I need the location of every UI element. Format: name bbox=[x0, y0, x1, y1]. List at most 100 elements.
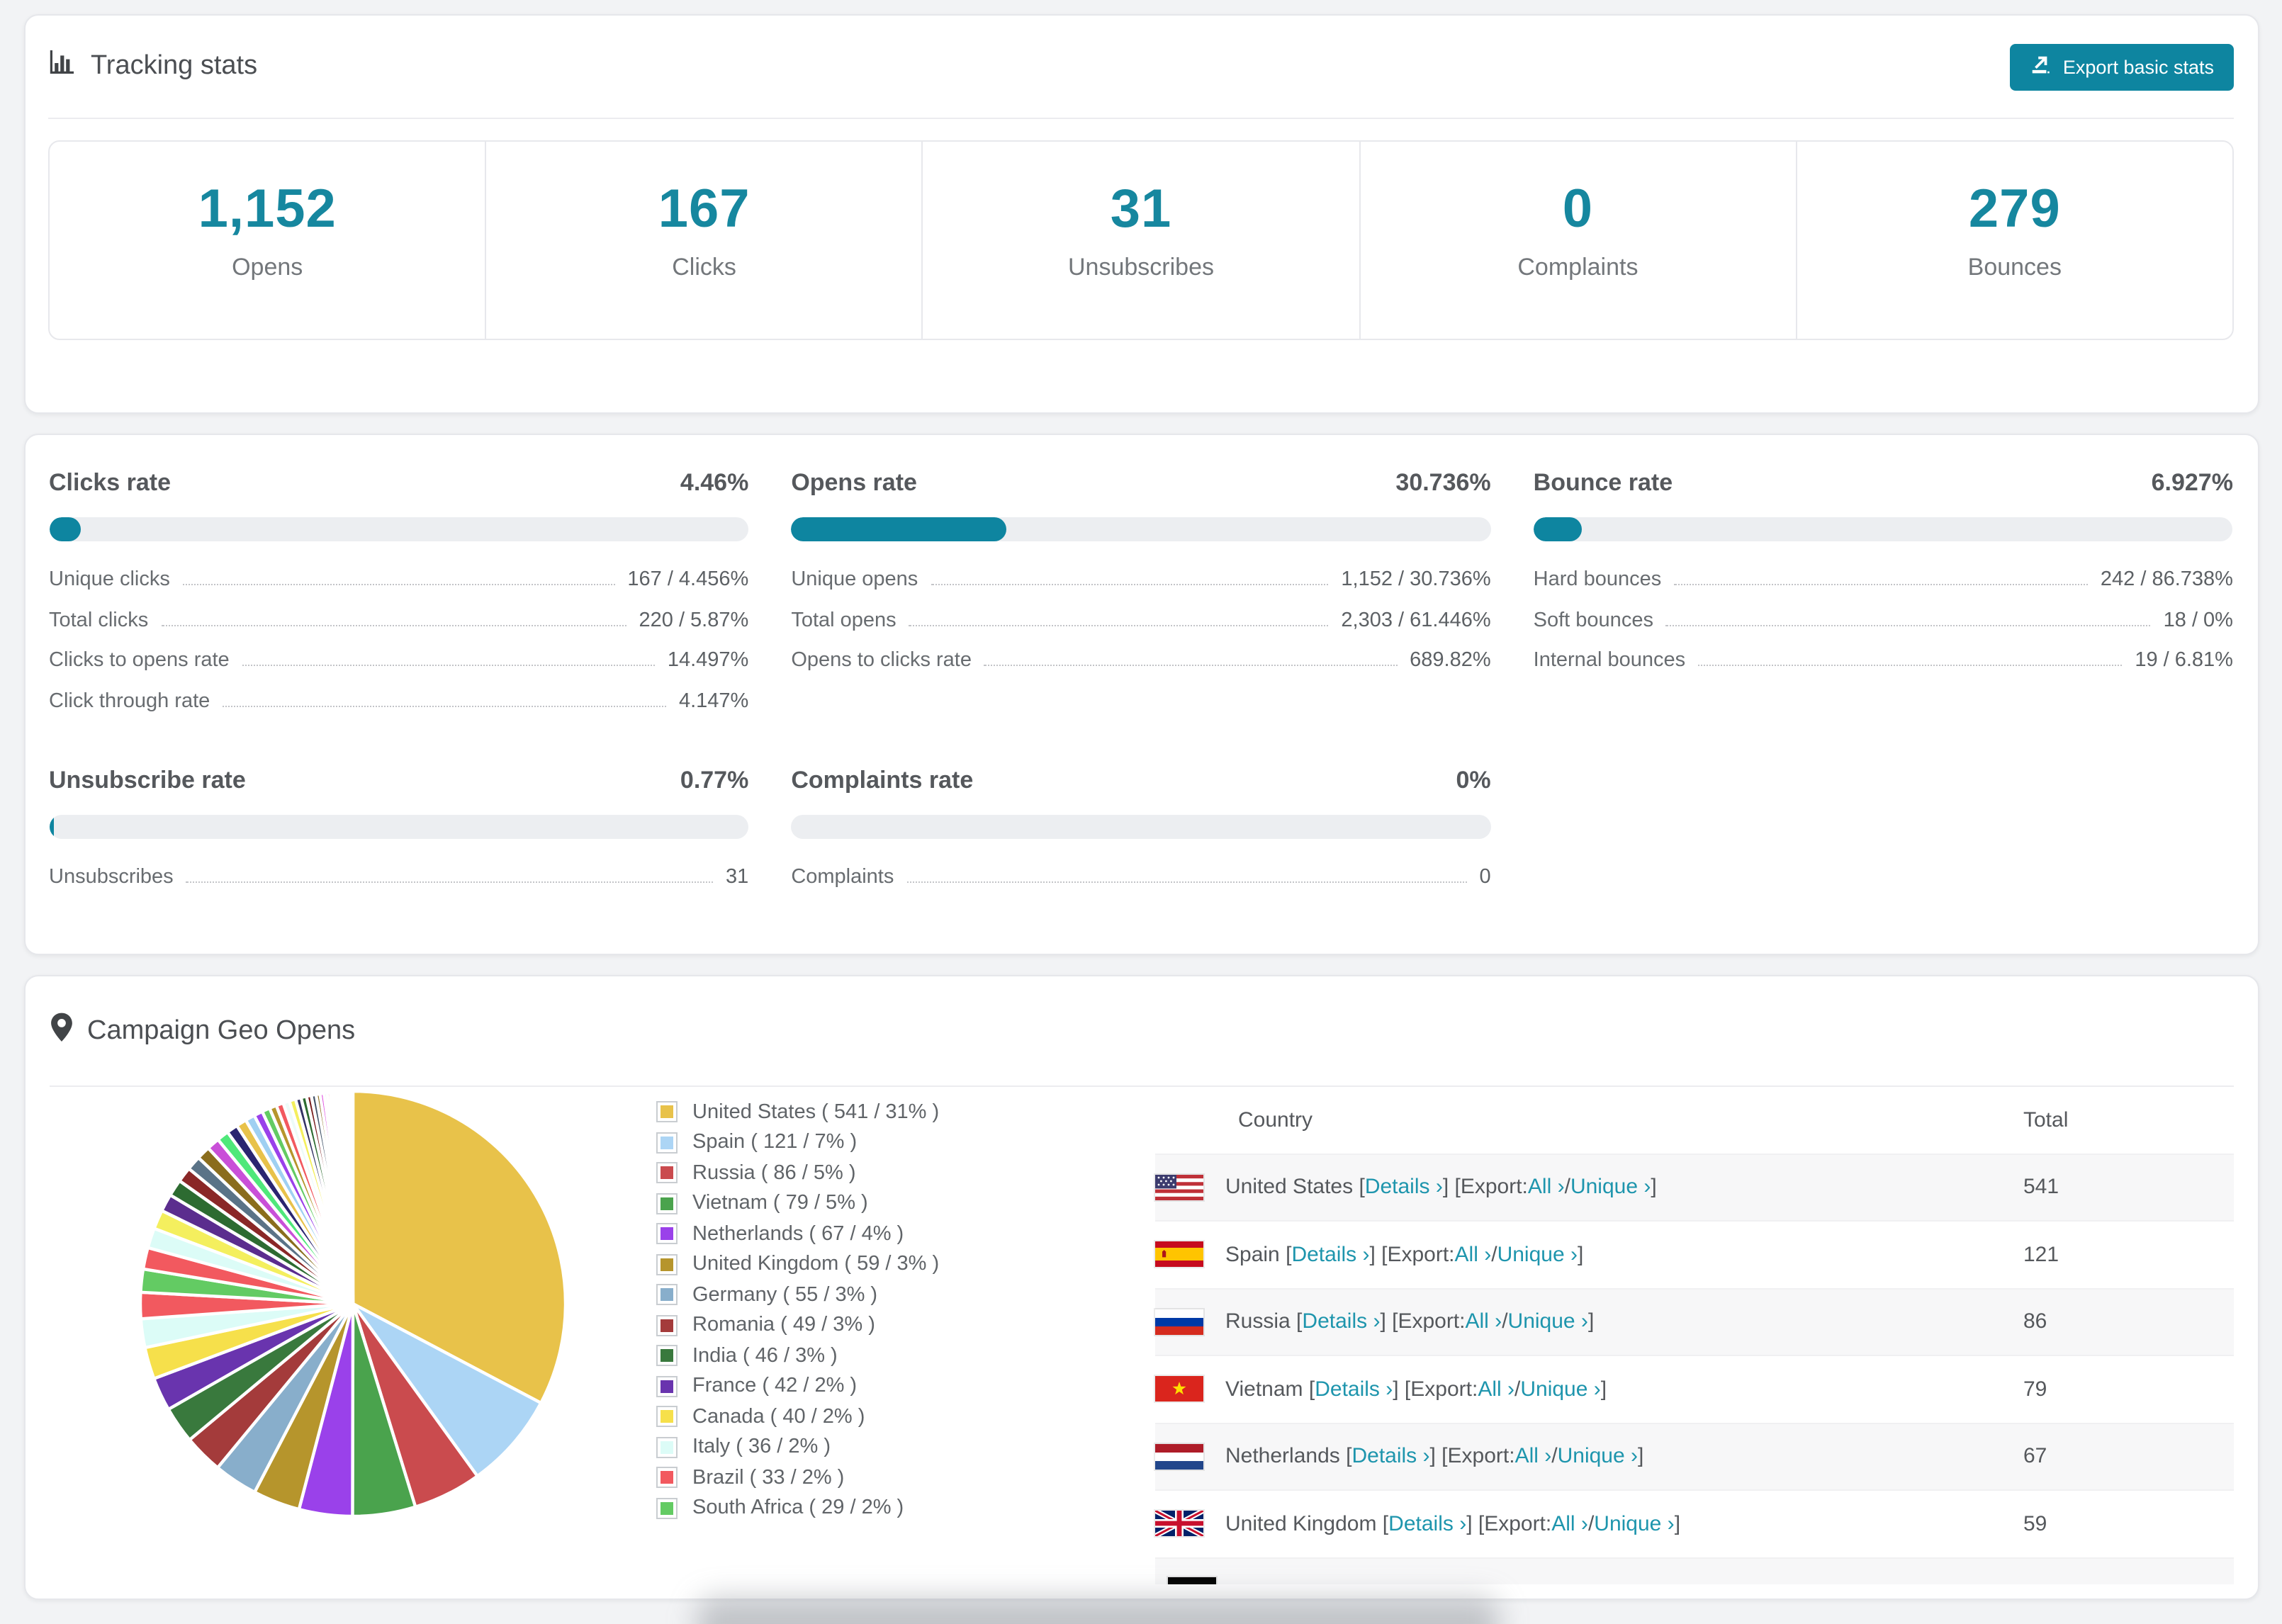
geo-header: Campaign Geo Opens bbox=[49, 976, 2233, 1086]
flag-icon-netherlands bbox=[1154, 1443, 1203, 1470]
legend-item-brazil[interactable]: Brazil ( 33 / 2% ) bbox=[656, 1462, 1154, 1493]
legend-label: Germany ( 55 / 3% ) bbox=[692, 1283, 878, 1307]
metric-row-internal-bounces: Internal bounces 19 / 6.81% bbox=[1534, 649, 2233, 689]
geo-table-row-united-states: United States [Details ›] [Export: All ›… bbox=[1154, 1153, 2233, 1221]
stat-bounces: 279 Bounces bbox=[1795, 142, 2232, 339]
export-unique-link-united-kingdom[interactable]: Unique › bbox=[1594, 1512, 1674, 1536]
geo-table-row-spain: Spain [Details ›] [Export: All › / Uniqu… bbox=[1154, 1220, 2233, 1288]
export-all-link-united-states[interactable]: All › bbox=[1528, 1175, 1565, 1200]
legend-label: United Kingdom ( 59 / 3% ) bbox=[692, 1253, 940, 1276]
export-all-link-spain[interactable]: All › bbox=[1455, 1243, 1492, 1267]
tracking-stats-title-text: Tracking stats bbox=[91, 51, 258, 81]
export-unique-link-netherlands[interactable]: Unique › bbox=[1558, 1445, 1638, 1469]
stat-label: Opens bbox=[232, 253, 303, 280]
dotted-leader bbox=[242, 665, 655, 666]
country-name: United States bbox=[1225, 1175, 1354, 1200]
details-link-vietnam[interactable]: Details › bbox=[1315, 1377, 1393, 1402]
bounce-rate-progressbar bbox=[1533, 517, 2233, 541]
export-unique-link-russia[interactable]: Unique › bbox=[1508, 1310, 1588, 1334]
legend-label: Canada ( 40 / 2% ) bbox=[692, 1405, 865, 1428]
legend-swatch bbox=[656, 1314, 677, 1336]
export-icon bbox=[2030, 54, 2052, 79]
legend-item-france[interactable]: France ( 42 / 2% ) bbox=[656, 1371, 1154, 1402]
legend-label: Spain ( 121 / 7% ) bbox=[692, 1131, 858, 1154]
clicks-rate-progressbar bbox=[49, 517, 749, 541]
dotted-leader bbox=[931, 584, 1329, 585]
tracking-stats-header: Tracking stats Export basic stats bbox=[48, 16, 2234, 118]
legend-item-russia[interactable]: Russia ( 86 / 5% ) bbox=[656, 1158, 1154, 1188]
details-link-netherlands[interactable]: Details › bbox=[1351, 1445, 1429, 1469]
legend-swatch bbox=[656, 1406, 677, 1428]
flag-icon-united-kingdom bbox=[1154, 1511, 1203, 1537]
geo-table-row-germany-partial bbox=[1154, 1557, 2233, 1584]
export-all-link-united-kingdom[interactable]: All › bbox=[1551, 1512, 1588, 1536]
geo-title-text: Campaign Geo Opens bbox=[87, 1015, 356, 1045]
stat-value: 0 bbox=[1562, 179, 1594, 239]
export-all-link-netherlands[interactable]: All › bbox=[1515, 1445, 1552, 1469]
metric-value: 689.82% bbox=[1410, 649, 1491, 672]
metric-value: 31 bbox=[726, 866, 749, 889]
stat-label: Bounces bbox=[1967, 253, 2062, 280]
metric-value: 19 / 6.81% bbox=[2135, 649, 2233, 672]
legend-item-vietnam[interactable]: Vietnam ( 79 / 5% ) bbox=[656, 1188, 1154, 1219]
stat-label: Unsubscribes bbox=[1068, 253, 1214, 280]
legend-swatch bbox=[656, 1223, 677, 1245]
details-link-russia[interactable]: Details › bbox=[1302, 1310, 1380, 1334]
metric-label: Soft bounces bbox=[1533, 609, 1653, 631]
metric-row-unsubscribes: Unsubscribes 31 bbox=[49, 866, 748, 906]
metric-label: Internal bounces bbox=[1533, 649, 1686, 672]
legend-item-spain[interactable]: Spain ( 121 / 7% ) bbox=[656, 1127, 1154, 1158]
rate-value: 4.46% bbox=[680, 469, 749, 496]
dotted-leader bbox=[161, 624, 626, 626]
geo-pie-chart bbox=[49, 1087, 656, 1521]
legend-swatch bbox=[656, 1162, 677, 1184]
country-total: 67 bbox=[2023, 1422, 2233, 1490]
country-total: 59 bbox=[2023, 1489, 2233, 1557]
metric-value: 2,303 / 61.446% bbox=[1341, 609, 1491, 631]
dotted-leader bbox=[186, 881, 714, 883]
legend-swatch bbox=[656, 1192, 677, 1214]
metric-label: Complaints bbox=[791, 866, 894, 889]
legend-item-india[interactable]: India ( 46 / 3% ) bbox=[656, 1341, 1154, 1371]
metric-row-opens-to-clicks-rate: Opens to clicks rate 689.82% bbox=[791, 649, 1490, 689]
legend-item-south-africa[interactable]: South Africa ( 29 / 2% ) bbox=[656, 1493, 1154, 1523]
legend-item-united-kingdom[interactable]: United Kingdom ( 59 / 3% ) bbox=[656, 1249, 1154, 1280]
legend-item-canada[interactable]: Canada ( 40 / 2% ) bbox=[656, 1402, 1154, 1432]
stat-complaints: 0 Complaints bbox=[1359, 142, 1795, 339]
metric-row-click-through-rate: Click through rate 4.147% bbox=[49, 689, 748, 730]
country-name: United Kingdom bbox=[1225, 1511, 1377, 1536]
country-total: 86 bbox=[2023, 1287, 2233, 1355]
tracking-stats-title: Tracking stats bbox=[48, 48, 257, 85]
geo-table-row-russia: Russia [Details ›] [Export: All › / Uniq… bbox=[1154, 1287, 2233, 1355]
rate-title: Complaints rate bbox=[791, 767, 974, 794]
details-link-united-states[interactable]: Details › bbox=[1365, 1175, 1443, 1200]
export-unique-link-vietnam[interactable]: Unique › bbox=[1520, 1377, 1600, 1402]
legend-label: Italy ( 36 / 2% ) bbox=[692, 1436, 831, 1459]
legend-item-united-states[interactable]: United States ( 541 / 31% ) bbox=[656, 1097, 1154, 1127]
dotted-leader bbox=[1698, 665, 2123, 666]
metric-value: 242 / 86.738% bbox=[2100, 568, 2233, 591]
export-unique-link-spain[interactable]: Unique › bbox=[1497, 1243, 1578, 1267]
campaign-stats-page: Tracking stats Export basic stats 1,152 O… bbox=[0, 0, 2282, 1624]
legend-item-germany[interactable]: Germany ( 55 / 3% ) bbox=[656, 1280, 1154, 1310]
details-link-spain[interactable]: Details › bbox=[1291, 1243, 1369, 1267]
metric-row-unique-opens: Unique opens 1,152 / 30.736% bbox=[791, 568, 1490, 609]
metric-label: Unique clicks bbox=[49, 568, 170, 591]
rate-value: 6.927% bbox=[2151, 469, 2233, 496]
export-unique-link-united-states[interactable]: Unique › bbox=[1570, 1175, 1651, 1200]
export-all-link-vietnam[interactable]: All › bbox=[1478, 1377, 1514, 1402]
legend-item-italy[interactable]: Italy ( 36 / 2% ) bbox=[656, 1432, 1154, 1462]
details-link-united-kingdom[interactable]: Details › bbox=[1388, 1512, 1466, 1536]
export-basic-stats-button[interactable]: Export basic stats bbox=[2010, 43, 2234, 90]
legend-label: United States ( 541 / 31% ) bbox=[692, 1100, 940, 1124]
map-pin-icon bbox=[49, 1011, 73, 1051]
bar-chart-icon bbox=[48, 48, 77, 85]
metric-value: 14.497% bbox=[667, 649, 749, 672]
legend-item-netherlands[interactable]: Netherlands ( 67 / 4% ) bbox=[656, 1219, 1154, 1249]
legend-item-romania[interactable]: Romania ( 49 / 3% ) bbox=[656, 1310, 1154, 1341]
metric-row-soft-bounces: Soft bounces 18 / 0% bbox=[1534, 609, 2233, 649]
rates-card: Clicks rate 4.46% Unique clicks 167 / 4.456… bbox=[23, 434, 2259, 955]
legend-swatch bbox=[656, 1467, 677, 1489]
legend-swatch bbox=[656, 1284, 677, 1306]
export-all-link-russia[interactable]: All › bbox=[1466, 1310, 1502, 1334]
